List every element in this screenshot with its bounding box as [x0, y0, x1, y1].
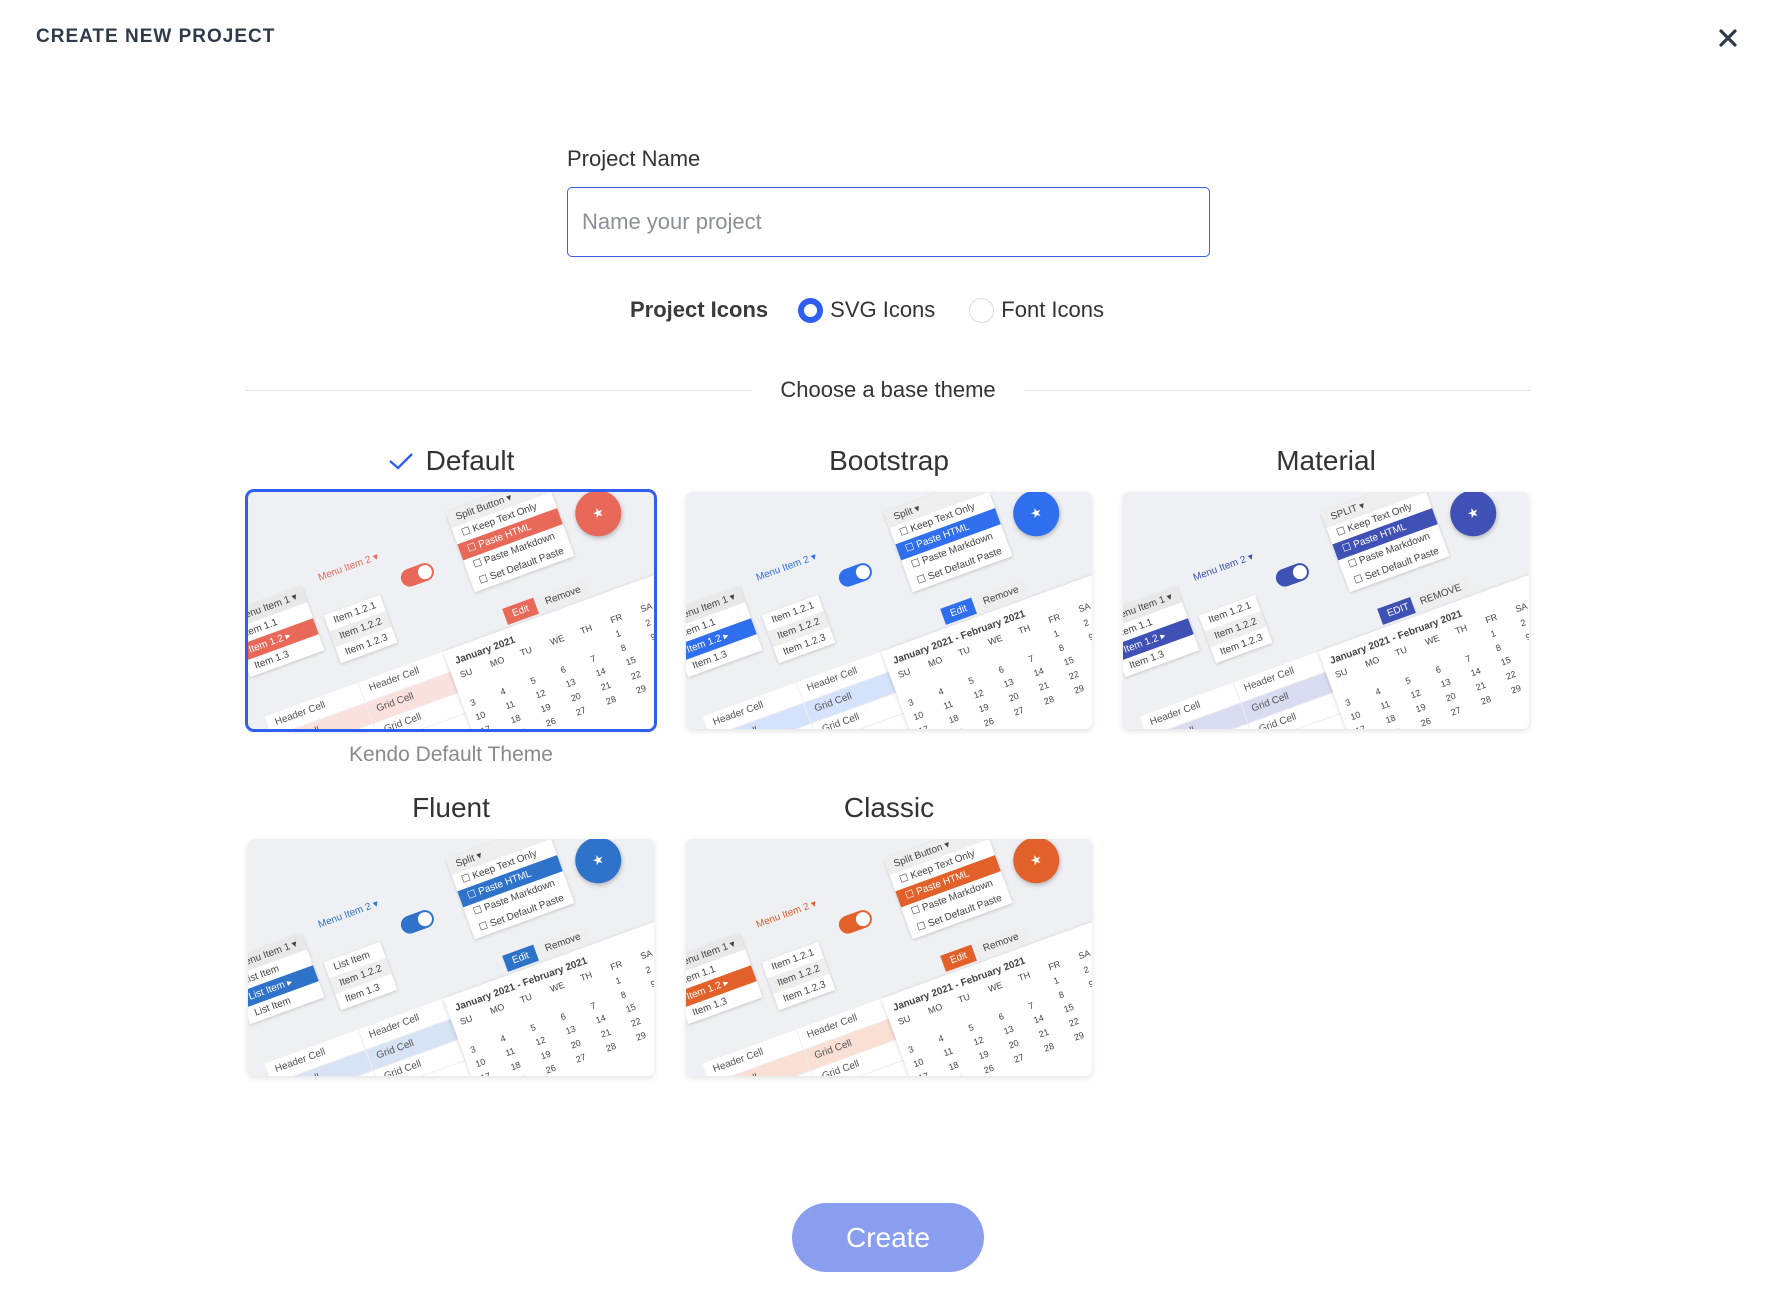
theme-preview-card[interactable]: Menu Item 1 ▾ Item 1.1 Item 1.2 ▸ Item 1.3 M… [245, 489, 657, 732]
theme-preview-image: Menu Item 1 ▾ List Item List Item ▸ List It… [248, 839, 654, 1076]
divider-line [1023, 389, 1531, 391]
theme-section-heading: Choose a base theme [780, 377, 996, 402]
theme-preview-card[interactable]: Menu Item 1 ▾ List Item List Item ▸ List It… [248, 839, 654, 1076]
theme-name-label: Classic [843, 792, 935, 823]
theme-preview-image: Menu Item 1 ▾ Item 1.1 Item 1.2 ▸ Item 1.3 M… [248, 492, 654, 729]
theme-preview-card[interactable]: Menu Item 1 ▾ Item 1.1 Item 1.2 ▸ Item 1.3 M… [686, 839, 1092, 1076]
theme-name-label: Bootstrap [829, 445, 949, 476]
theme-section-divider: Choose a base theme [246, 372, 1531, 408]
radio-font-icons[interactable]: Font Icons [969, 297, 1104, 323]
theme-preview-card[interactable]: Menu Item 1 ▾ Item 1.1 Item 1.2 ▸ Item 1.3 M… [686, 492, 1092, 729]
theme-preview-image: Menu Item 1 ▾ Item 1.1 Item 1.2 ▸ Item 1.3 M… [686, 839, 1092, 1076]
project-icons-row: Project Icons SVG Icons Font Icons [0, 292, 1768, 328]
close-button[interactable] [1712, 22, 1744, 54]
radio-checked-icon[interactable] [798, 297, 824, 323]
theme-name-label: Material [1276, 445, 1376, 476]
theme-option-fluent[interactable]: Fluent Menu Item 1 ▾ List Item List Item ▸ L… [248, 791, 654, 1076]
radio-label: SVG Icons [830, 297, 936, 322]
theme-preview-image: Menu Item 1 ▾ Item 1.1 Item 1.2 ▸ Item 1.3 M… [686, 492, 1092, 729]
radio-label: Font Icons [1001, 297, 1105, 322]
theme-preview-card[interactable]: Menu Item 1 ▾ Item 1.1 Item 1.2 ▸ Item 1.3 M… [1123, 492, 1529, 729]
theme-option-classic[interactable]: Classic Menu Item 1 ▾ Item 1.1 Item 1.2 ▸ It… [686, 791, 1092, 1076]
project-name-input[interactable] [567, 187, 1210, 257]
theme-preview-image: Menu Item 1 ▾ Item 1.1 Item 1.2 ▸ Item 1.3 M… [1123, 492, 1529, 729]
theme-description: Kendo Default Theme [349, 743, 553, 766]
theme-name: Bootstrap [686, 444, 1092, 478]
check-icon [388, 453, 413, 470]
theme-option-default[interactable]: Default Menu Item 1 ▾ Item 1.1 Item 1.2 ▸ It… [245, 444, 657, 767]
theme-option-bootstrap[interactable]: Bootstrap Menu Item 1 ▾ Item 1.1 Item 1.2 ▸… [686, 444, 1092, 729]
theme-name: Classic [686, 791, 1092, 825]
create-button[interactable]: Create [792, 1203, 984, 1272]
theme-option-material[interactable]: Material Menu Item 1 ▾ Item 1.1 Item 1.2 ▸ I… [1123, 444, 1529, 729]
theme-name: Fluent [248, 791, 654, 825]
project-icons-label: Project Icons [629, 297, 769, 322]
theme-name: Default [248, 444, 654, 478]
radio-svg-icons[interactable]: SVG Icons [798, 297, 935, 323]
project-name-label: Project Name [567, 146, 701, 171]
radio-unchecked-icon[interactable] [969, 297, 995, 323]
theme-name: Material [1123, 444, 1529, 478]
theme-name-label: Fluent [412, 792, 490, 823]
dialog-title: CREATE NEW PROJECT [36, 26, 276, 47]
theme-name-label: Default [425, 445, 515, 476]
close-icon [1719, 29, 1737, 47]
divider-line [246, 389, 753, 391]
